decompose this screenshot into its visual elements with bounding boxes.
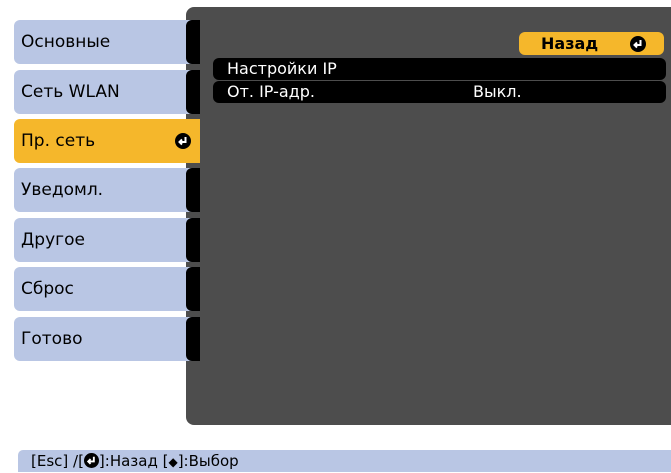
- tab-label: Сеть WLAN: [21, 82, 120, 102]
- enter-icon: [630, 36, 646, 52]
- menu-row-ip-settings[interactable]: Настройки IP: [213, 58, 666, 80]
- help-esc-text: [Esc] /[: [31, 452, 84, 470]
- tab-notifications[interactable]: Уведомл.: [14, 168, 200, 212]
- tab-label: Другое: [21, 230, 85, 250]
- enter-icon: [175, 133, 191, 149]
- help-select-text: ]:Выбор: [177, 452, 239, 470]
- tab-basic[interactable]: Основные: [14, 20, 200, 64]
- tab-label: Пр. сеть: [21, 131, 96, 151]
- menu-row-value: Выкл.: [473, 82, 522, 101]
- enter-icon: [83, 452, 99, 468]
- up-down-icon: ◆: [168, 455, 178, 469]
- tab-label: Сброс: [21, 279, 74, 299]
- help-bar: [Esc] /[ ]:Назад [◆]:Выбор: [18, 450, 671, 472]
- back-button-label: Назад: [541, 34, 599, 53]
- tab-wlan[interactable]: Сеть WLAN: [14, 70, 200, 114]
- tab-label: Основные: [21, 32, 111, 52]
- tab-wired-network[interactable]: Пр. сеть: [14, 119, 200, 163]
- menu-row-show-ip-address[interactable]: От. IP-адр. Выкл.: [213, 81, 666, 103]
- menu-row-label: От. IP-адр.: [227, 82, 315, 101]
- tab-label: Уведомл.: [21, 180, 104, 200]
- tab-done[interactable]: Готово: [14, 317, 200, 361]
- tab-reset[interactable]: Сброс: [14, 267, 200, 311]
- back-button[interactable]: Назад: [519, 32, 664, 55]
- menu-row-label: Настройки IP: [227, 59, 337, 78]
- help-back-text: ]:Назад [: [98, 452, 169, 470]
- tab-other[interactable]: Другое: [14, 218, 200, 262]
- tab-label: Готово: [21, 329, 83, 349]
